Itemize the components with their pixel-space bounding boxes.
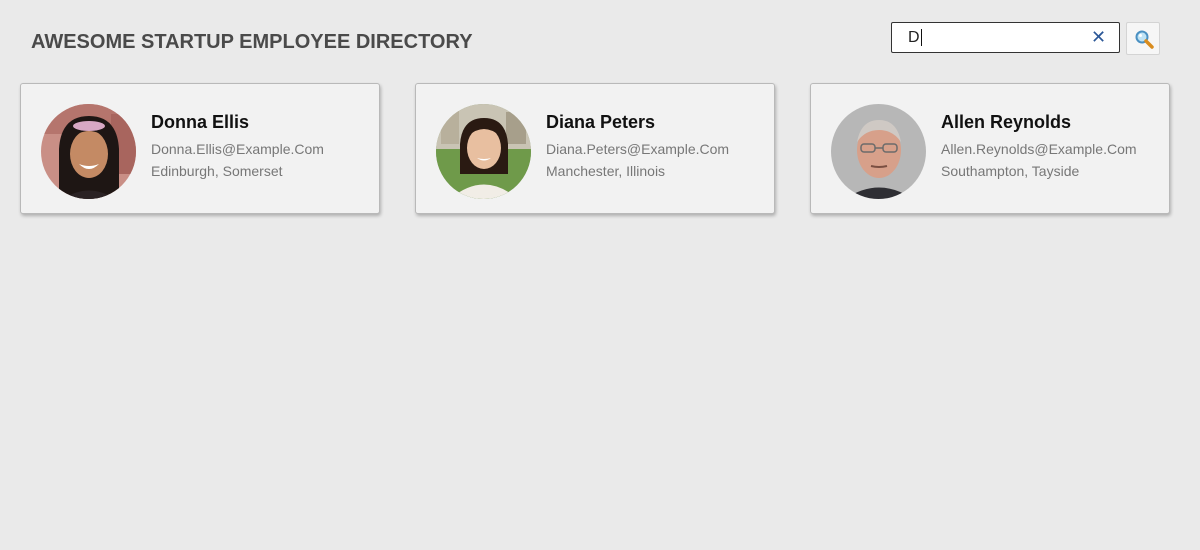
- close-icon[interactable]: ✕: [1091, 28, 1106, 46]
- employee-card[interactable]: Allen Reynolds Allen.Reynolds@Example.Co…: [810, 83, 1170, 214]
- employee-email: Donna.Ellis@Example.Com: [151, 141, 324, 157]
- search-button[interactable]: [1126, 22, 1160, 55]
- directory-page: AWESOME STARTUP EMPLOYEE DIRECTORY D ✕ D…: [0, 0, 1200, 550]
- employee-name: Diana Peters: [546, 112, 656, 132]
- employee-location: Manchester, Illinois: [546, 163, 666, 179]
- text-caret: [920, 29, 922, 46]
- employee-email: Diana.Peters@Example.Com: [546, 141, 730, 157]
- search-input-value: D: [908, 29, 922, 47]
- employee-card[interactable]: Donna Ellis Donna.Ellis@Example.Com Edin…: [20, 83, 380, 214]
- employee-name: Donna Ellis: [151, 112, 250, 132]
- avatar: [436, 104, 531, 199]
- employee-info: Diana Peters Diana.Peters@Example.Com Ma…: [546, 112, 729, 185]
- search-input[interactable]: D ✕: [891, 22, 1120, 53]
- employee-name: Allen Reynolds: [941, 112, 1072, 132]
- employee-location: Southampton, Tayside: [941, 163, 1080, 179]
- avatar: [831, 104, 926, 199]
- employee-email: Allen.Reynolds@Example.Com: [941, 141, 1137, 157]
- employee-info: Allen Reynolds Allen.Reynolds@Example.Co…: [941, 112, 1137, 185]
- avatar: [41, 104, 136, 199]
- employee-location: Edinburgh, Somerset: [151, 163, 283, 179]
- search-form: D ✕: [891, 22, 1160, 55]
- employee-info: Donna Ellis Donna.Ellis@Example.Com Edin…: [151, 112, 324, 185]
- magnifier-icon: [1135, 30, 1154, 49]
- employee-card[interactable]: Diana Peters Diana.Peters@Example.Com Ma…: [415, 83, 775, 214]
- page-title: AWESOME STARTUP EMPLOYEE DIRECTORY: [31, 31, 473, 53]
- search-input-text: D: [908, 29, 920, 46]
